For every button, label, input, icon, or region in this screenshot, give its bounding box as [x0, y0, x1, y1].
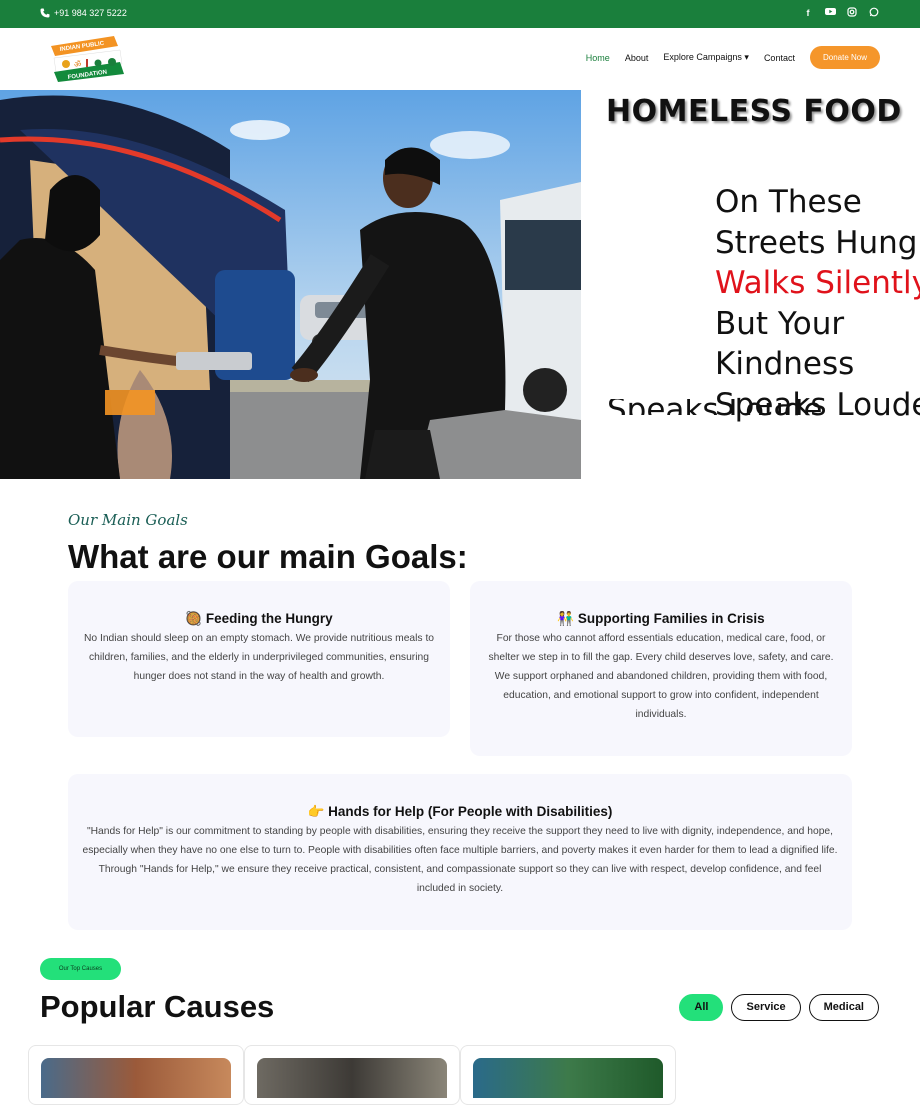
nav-about[interactable]: About	[625, 53, 649, 63]
hero-verse: On These Streets Hung Walks Silently But…	[715, 182, 920, 425]
goal-card-text: For those who cannot afford essentials e…	[488, 633, 834, 720]
donate-now-button[interactable]: Donate Now	[809, 46, 880, 69]
goals-title: What are our main Goals:	[68, 538, 468, 575]
family-icon: 👫	[557, 611, 575, 626]
verse-line: But Your	[715, 305, 845, 342]
filter-service-button[interactable]: Service	[731, 994, 801, 1021]
pointing-hand-icon: 👉	[307, 804, 325, 819]
goal-card-title: 🥘 Feeding the Hungry	[185, 611, 333, 626]
goal-card-families: 👫 Supporting Families in Crisis For thos…	[470, 581, 852, 756]
filter-all-button[interactable]: All	[679, 994, 724, 1021]
site-logo[interactable]: ॐ INDIAN PUBLIC FOUNDATION	[48, 34, 126, 82]
verse-ghost-line: Speaks Loude	[607, 399, 822, 415]
social-links: f	[802, 7, 880, 19]
caret-down-icon: ▾	[744, 52, 749, 62]
cause-filters: All Service Medical	[679, 994, 879, 1021]
nav-home[interactable]: Home	[586, 53, 610, 63]
hero-title: HOMELESS FOOD	[606, 94, 902, 129]
verse-line: On These	[715, 184, 862, 220]
whatsapp-icon[interactable]	[868, 7, 880, 19]
instagram-icon[interactable]	[846, 7, 858, 19]
section-script-label: Our Main Goals	[68, 511, 188, 529]
filter-medical-button[interactable]: Medical	[808, 994, 879, 1021]
youtube-icon[interactable]	[824, 7, 836, 19]
hero-text-panel: HOMELESS FOOD On These Streets Hung Walk…	[581, 90, 920, 479]
verse-line: Kindness	[715, 346, 855, 382]
cause-thumbnail	[41, 1058, 231, 1098]
nav-explore-campaigns[interactable]: Explore Campaigns ▾	[663, 52, 749, 63]
popular-causes-title: Popular Causes	[40, 989, 275, 1024]
goal-card-title: 👫 Supporting Families in Crisis	[557, 611, 765, 626]
goal-card-text: No Indian should sleep on an empty stoma…	[83, 633, 435, 682]
phone-icon	[40, 8, 50, 18]
food-pot-icon: 🥘	[185, 611, 203, 626]
cause-card[interactable]	[28, 1045, 244, 1105]
phone-number: +91 984 327 5222	[54, 8, 127, 18]
cause-thumbnail	[257, 1058, 447, 1098]
phone-contact[interactable]: +91 984 327 5222	[40, 8, 127, 18]
goal-card-feeding: 🥘 Feeding the Hungry No Indian should sl…	[68, 581, 450, 737]
top-bar: +91 984 327 5222 f	[0, 0, 920, 28]
goal-card-title: 👉 Hands for Help (For People with Disabi…	[307, 804, 613, 819]
main-nav: Home About Explore Campaigns ▾ Contact D…	[586, 46, 880, 69]
goal-card-text: "Hands for Help" is our commitment to st…	[82, 826, 838, 894]
top-causes-pill: Our Top Causes	[40, 958, 121, 980]
verse-line-highlight: Walks Silently	[715, 265, 920, 301]
svg-text:ॐ: ॐ	[74, 60, 81, 69]
goal-card-hands-for-help: 👉 Hands for Help (For People with Disabi…	[68, 774, 852, 930]
facebook-icon[interactable]: f	[802, 7, 814, 19]
cause-card[interactable]	[244, 1045, 460, 1105]
cause-thumbnail	[473, 1058, 663, 1098]
site-header: ॐ INDIAN PUBLIC FOUNDATION Home About Ex…	[0, 28, 920, 90]
verse-line: Streets Hung	[715, 224, 918, 261]
hero-photo	[0, 90, 581, 479]
nav-contact[interactable]: Contact	[764, 53, 795, 63]
cause-card[interactable]	[460, 1045, 676, 1105]
